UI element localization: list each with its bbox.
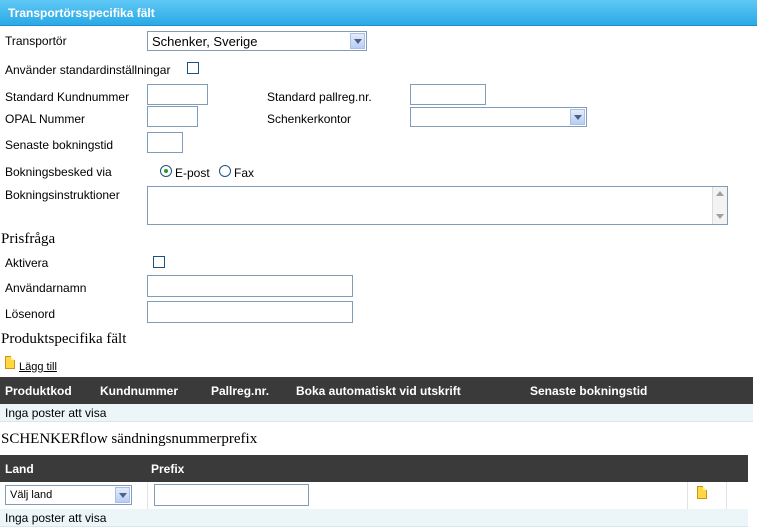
office-label: Schenkerkontor [267, 112, 352, 126]
use-defaults-label: Använder standardinställningar [5, 63, 171, 77]
booking-via-fax-label: Fax [234, 166, 255, 180]
price-query-title: Prisfråga [1, 231, 56, 247]
opal-input[interactable] [147, 106, 198, 127]
activate-label: Aktivera [5, 256, 49, 270]
booking-instructions-textarea[interactable] [147, 186, 728, 225]
section-header-title: Transportörsspecifika fält [8, 6, 155, 20]
country-select-value: Välj land [10, 489, 53, 501]
chevron-down-icon [350, 33, 365, 49]
product-fields-title: Produktspecifika fält [1, 331, 127, 347]
carrier-label: Transportör [5, 34, 67, 48]
column-divider [147, 482, 148, 509]
pallet-reg-input[interactable] [410, 84, 486, 105]
column-header[interactable]: Land [5, 462, 34, 476]
use-defaults-checkbox[interactable] [187, 62, 199, 74]
activate-checkbox[interactable] [153, 256, 165, 268]
empty-text: Inga poster att visa [5, 406, 107, 420]
scroll-down-icon[interactable] [713, 210, 727, 224]
prefix-input[interactable] [154, 484, 309, 506]
booking-via-email-label: E-post [175, 166, 210, 180]
office-select[interactable] [410, 107, 587, 127]
product-table-header: Produktkod Kundnummer Pallreg.nr. Boka a… [0, 377, 753, 404]
opal-label: OPAL Nummer [5, 112, 86, 126]
column-header[interactable]: Boka automatiskt vid utskrift [296, 384, 461, 398]
column-header[interactable]: Produktkod [5, 384, 72, 398]
customer-number-label: Standard Kundnummer [5, 90, 130, 104]
latest-booking-input[interactable] [147, 132, 183, 153]
booking-instructions-label: Bokningsinstruktioner [5, 188, 120, 202]
scroll-up-icon[interactable] [713, 187, 727, 201]
latest-booking-label: Senaste bokningstid [5, 138, 114, 152]
column-divider [687, 482, 688, 509]
column-divider [726, 482, 727, 509]
customer-number-input[interactable] [147, 84, 208, 105]
column-header[interactable]: Kundnummer [100, 384, 178, 398]
add-product-link[interactable]: Lägg till [19, 361, 57, 373]
username-input[interactable] [147, 275, 353, 297]
chevron-down-icon [570, 109, 585, 125]
flow-prefix-title: SCHENKERflow sändningsnummerprefix [1, 431, 258, 447]
booking-via-email-radio[interactable] [160, 165, 172, 177]
textarea-scrollbar[interactable] [712, 187, 727, 224]
column-header[interactable]: Prefix [151, 462, 184, 476]
section-header: Transportörsspecifika fält [0, 0, 757, 26]
booking-via-label: Bokningsbesked via [5, 165, 112, 179]
save-document-icon[interactable] [697, 486, 707, 499]
country-select[interactable]: Välj land [5, 485, 132, 505]
carrier-select-value: Schenker, Sverige [152, 34, 258, 49]
chevron-down-icon [115, 487, 130, 503]
column-header[interactable]: Pallreg.nr. [211, 384, 269, 398]
column-header[interactable]: Senaste bokningstid [530, 384, 647, 398]
booking-via-fax-radio[interactable] [219, 165, 231, 177]
password-label: Lösenord [5, 307, 56, 321]
flow-table-empty-row: Inga poster att visa [0, 509, 748, 527]
password-input[interactable] [147, 301, 353, 323]
carrier-select[interactable]: Schenker, Sverige [147, 31, 367, 51]
product-table-empty-row: Inga poster att visa [0, 404, 753, 422]
add-document-icon[interactable] [5, 356, 15, 369]
flow-table-input-row: Välj land [0, 482, 748, 510]
username-label: Användarnamn [5, 281, 87, 295]
pallet-reg-label: Standard pallreg.nr. [267, 90, 372, 104]
empty-text: Inga poster att visa [5, 511, 107, 525]
flow-table-header: Land Prefix [0, 455, 748, 482]
